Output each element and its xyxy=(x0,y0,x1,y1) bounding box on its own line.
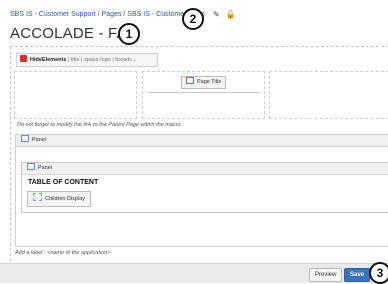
breadcrumb-separator: / xyxy=(97,11,100,18)
editor-note: Do not forget to modify the link to the … xyxy=(17,122,183,128)
pencil-icon[interactable]: ✎ xyxy=(213,10,220,19)
toc-heading: TABLE OF CONTENT xyxy=(28,179,99,186)
panel-header: Panel xyxy=(16,135,388,147)
panel-icon xyxy=(21,135,29,142)
macro-params: | title | space-logo | breadc... xyxy=(67,57,137,63)
callout-3: 3 xyxy=(369,262,388,284)
panel-title: Panel xyxy=(32,137,47,143)
children-display-label: Children Display xyxy=(45,196,86,202)
breadcrumb-link-space[interactable]: SBS IS - Customer Support xyxy=(10,11,96,18)
divider xyxy=(147,92,260,93)
preview-button[interactable]: Preview xyxy=(309,268,343,282)
editor-area[interactable]: HideElements | title | space-logo | brea… xyxy=(10,46,388,261)
layout-column-right[interactable] xyxy=(269,71,388,119)
panel-macro-inner[interactable]: Panel TABLE OF CONTENT Children Display xyxy=(21,162,388,213)
macro-name: HideElements xyxy=(30,57,67,63)
breadcrumb-separator: / xyxy=(123,11,126,18)
header-icons: ✎ 🔓 xyxy=(213,10,242,19)
children-display-icon xyxy=(33,193,42,201)
lock-icon[interactable]: 🔓 xyxy=(226,10,236,19)
layout-column-middle[interactable]: Page Title xyxy=(142,71,265,119)
save-button[interactable]: Save xyxy=(344,268,371,282)
layout-column-left[interactable] xyxy=(14,71,137,119)
breadcrumb-link-pages[interactable]: Pages xyxy=(102,11,122,18)
hide-elements-icon xyxy=(20,55,27,62)
panel-macro-outer[interactable]: Panel Panel TABLE OF CONTENT Children Di… xyxy=(15,134,388,247)
callout-2: 2 xyxy=(182,8,204,30)
panel-title: Panel xyxy=(38,165,53,171)
page-title-macro-label: Page Title xyxy=(197,79,222,85)
page-title-icon xyxy=(186,77,194,84)
callout-1: 1 xyxy=(118,23,140,45)
children-display-macro[interactable]: Children Display xyxy=(27,191,92,207)
hide-elements-macro[interactable]: HideElements | title | space-logo | brea… xyxy=(16,53,158,67)
panel-header: Panel xyxy=(22,163,388,175)
breadcrumb: SBS IS - Customer Support / Pages / SBS IS -… xyxy=(10,11,205,18)
label-prompt: Add a label : <name of the application> xyxy=(15,250,111,256)
page-title-macro[interactable]: Page Title xyxy=(181,76,227,89)
editor-footer: Preview Save xyxy=(0,263,388,283)
panel-icon xyxy=(27,163,35,170)
